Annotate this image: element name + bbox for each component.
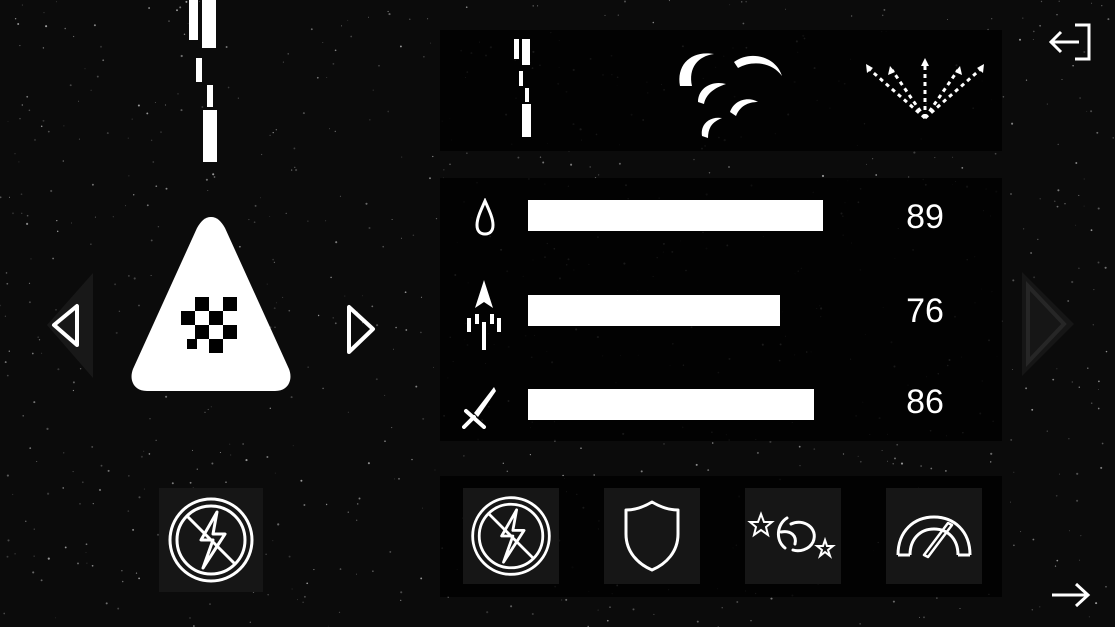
arrow-spread-icon[interactable]	[864, 56, 986, 126]
no-lightning-icon	[168, 497, 254, 583]
exit-icon[interactable]	[1047, 22, 1095, 62]
stat-bar-energy	[528, 200, 823, 231]
abilities-panel	[440, 476, 1002, 597]
ability-slot-speed[interactable]	[886, 488, 982, 584]
stat-value-attack: 86	[906, 383, 944, 421]
ship-preview	[131, 217, 291, 391]
ability-slot-shield[interactable]	[604, 488, 700, 584]
next-page-arrow[interactable]	[1018, 270, 1078, 378]
stat-value-energy: 89	[906, 198, 944, 236]
crescent-burst-icon[interactable]	[672, 44, 787, 144]
arrow-right-icon[interactable]	[1050, 580, 1092, 610]
next-ship-button[interactable]	[340, 300, 380, 360]
equipped-ability-slot[interactable]	[159, 488, 263, 592]
ability-slot-no-lightning[interactable]	[463, 488, 559, 584]
weapons-panel	[440, 30, 1002, 151]
previous-ship-button[interactable]	[43, 273, 98, 378]
stat-bar-attack	[528, 389, 814, 420]
laser-trail-icon	[189, 0, 217, 162]
laser-stream-icon[interactable]	[510, 38, 540, 138]
no-lightning-icon	[471, 496, 551, 576]
stat-bar-speed	[528, 295, 780, 326]
stats-panel: 89 76 86	[440, 178, 1002, 441]
shield-icon	[624, 500, 680, 572]
rocket-speed-icon	[467, 280, 501, 350]
stat-value-speed: 76	[906, 292, 944, 330]
ability-slot-swirl[interactable]	[745, 488, 841, 584]
sword-icon	[462, 387, 496, 429]
swirl-stars-icon	[747, 511, 836, 559]
speedometer-icon	[896, 515, 972, 559]
droplet-icon	[475, 198, 495, 236]
